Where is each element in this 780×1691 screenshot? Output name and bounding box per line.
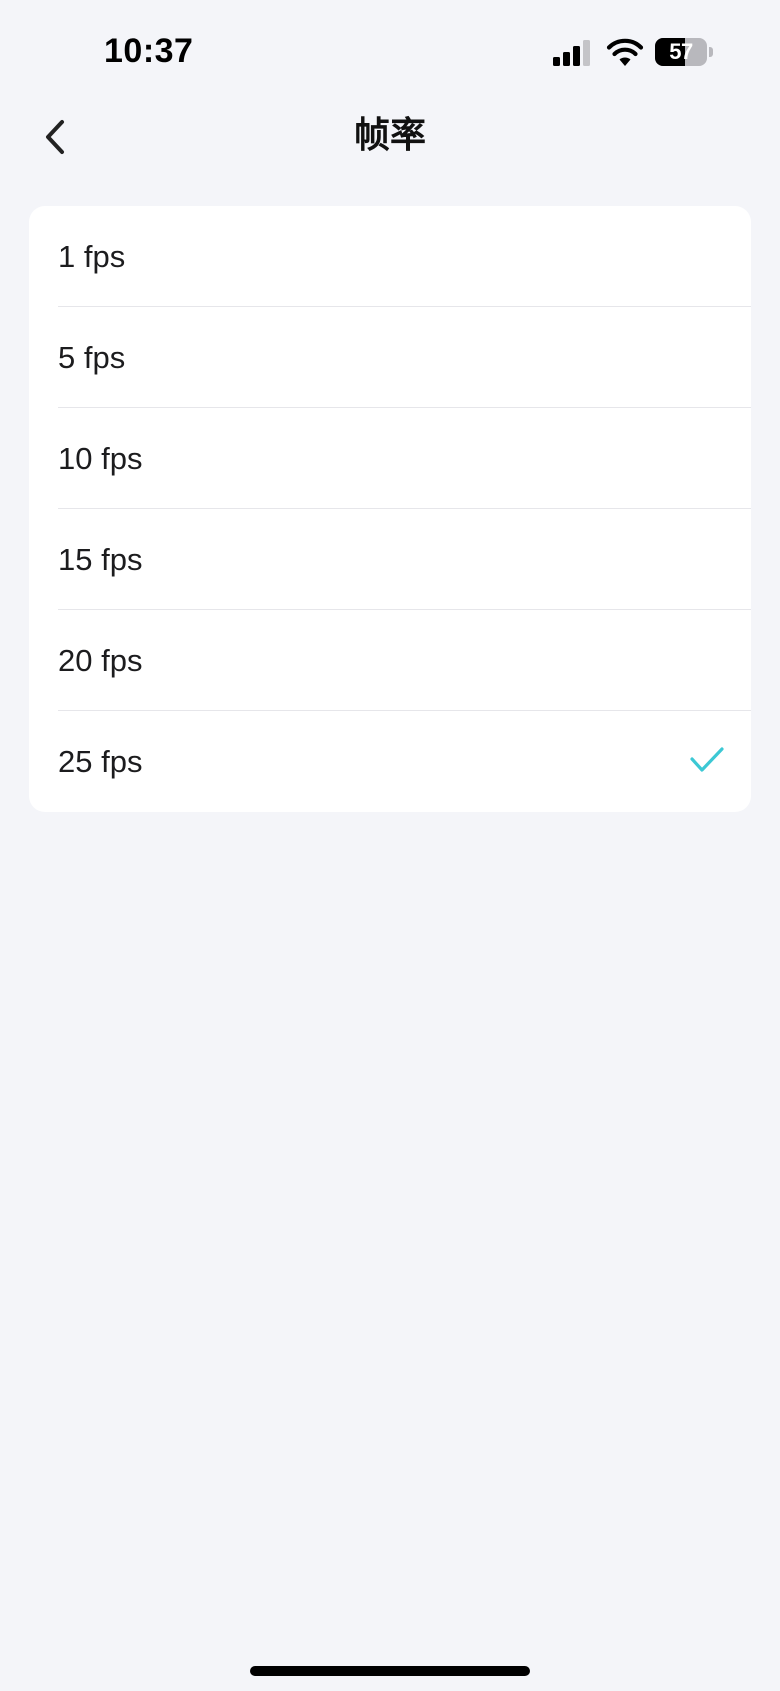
frame-rate-options-list: 1 fps 5 fps 10 fps 15 fps 20 fps 25 fps (29, 206, 751, 812)
frame-rate-option-label: 5 fps (58, 339, 126, 375)
frame-rate-option[interactable]: 5 fps (29, 307, 751, 408)
frame-rate-option-label: 20 fps (58, 642, 143, 678)
frame-rate-option[interactable]: 25 fps (29, 711, 751, 812)
frame-rate-option-label: 15 fps (58, 541, 143, 577)
frame-rate-option[interactable]: 20 fps (29, 610, 751, 711)
checkmark-icon (690, 747, 724, 772)
home-indicator (250, 1666, 530, 1676)
navigation-bar: 帧率 (0, 100, 780, 172)
frame-rate-option-label: 25 fps (58, 743, 143, 779)
battery-indicator: 57 (655, 38, 713, 66)
wifi-icon (606, 38, 644, 66)
cellular-signal-icon (553, 40, 590, 66)
frame-rate-option-label: 1 fps (58, 238, 126, 274)
status-time: 10:37 (104, 32, 194, 70)
frame-rate-option-label: 10 fps (58, 440, 143, 476)
frame-rate-option[interactable]: 1 fps (29, 206, 751, 307)
frame-rate-option[interactable]: 10 fps (29, 408, 751, 509)
frame-rate-option[interactable]: 15 fps (29, 509, 751, 610)
status-bar: 10:37 57 (0, 0, 780, 100)
battery-level-text: 57 (669, 39, 693, 64)
battery-icon: 57 (655, 38, 707, 66)
page-title: 帧率 (353, 114, 426, 155)
battery-cap (709, 47, 713, 57)
